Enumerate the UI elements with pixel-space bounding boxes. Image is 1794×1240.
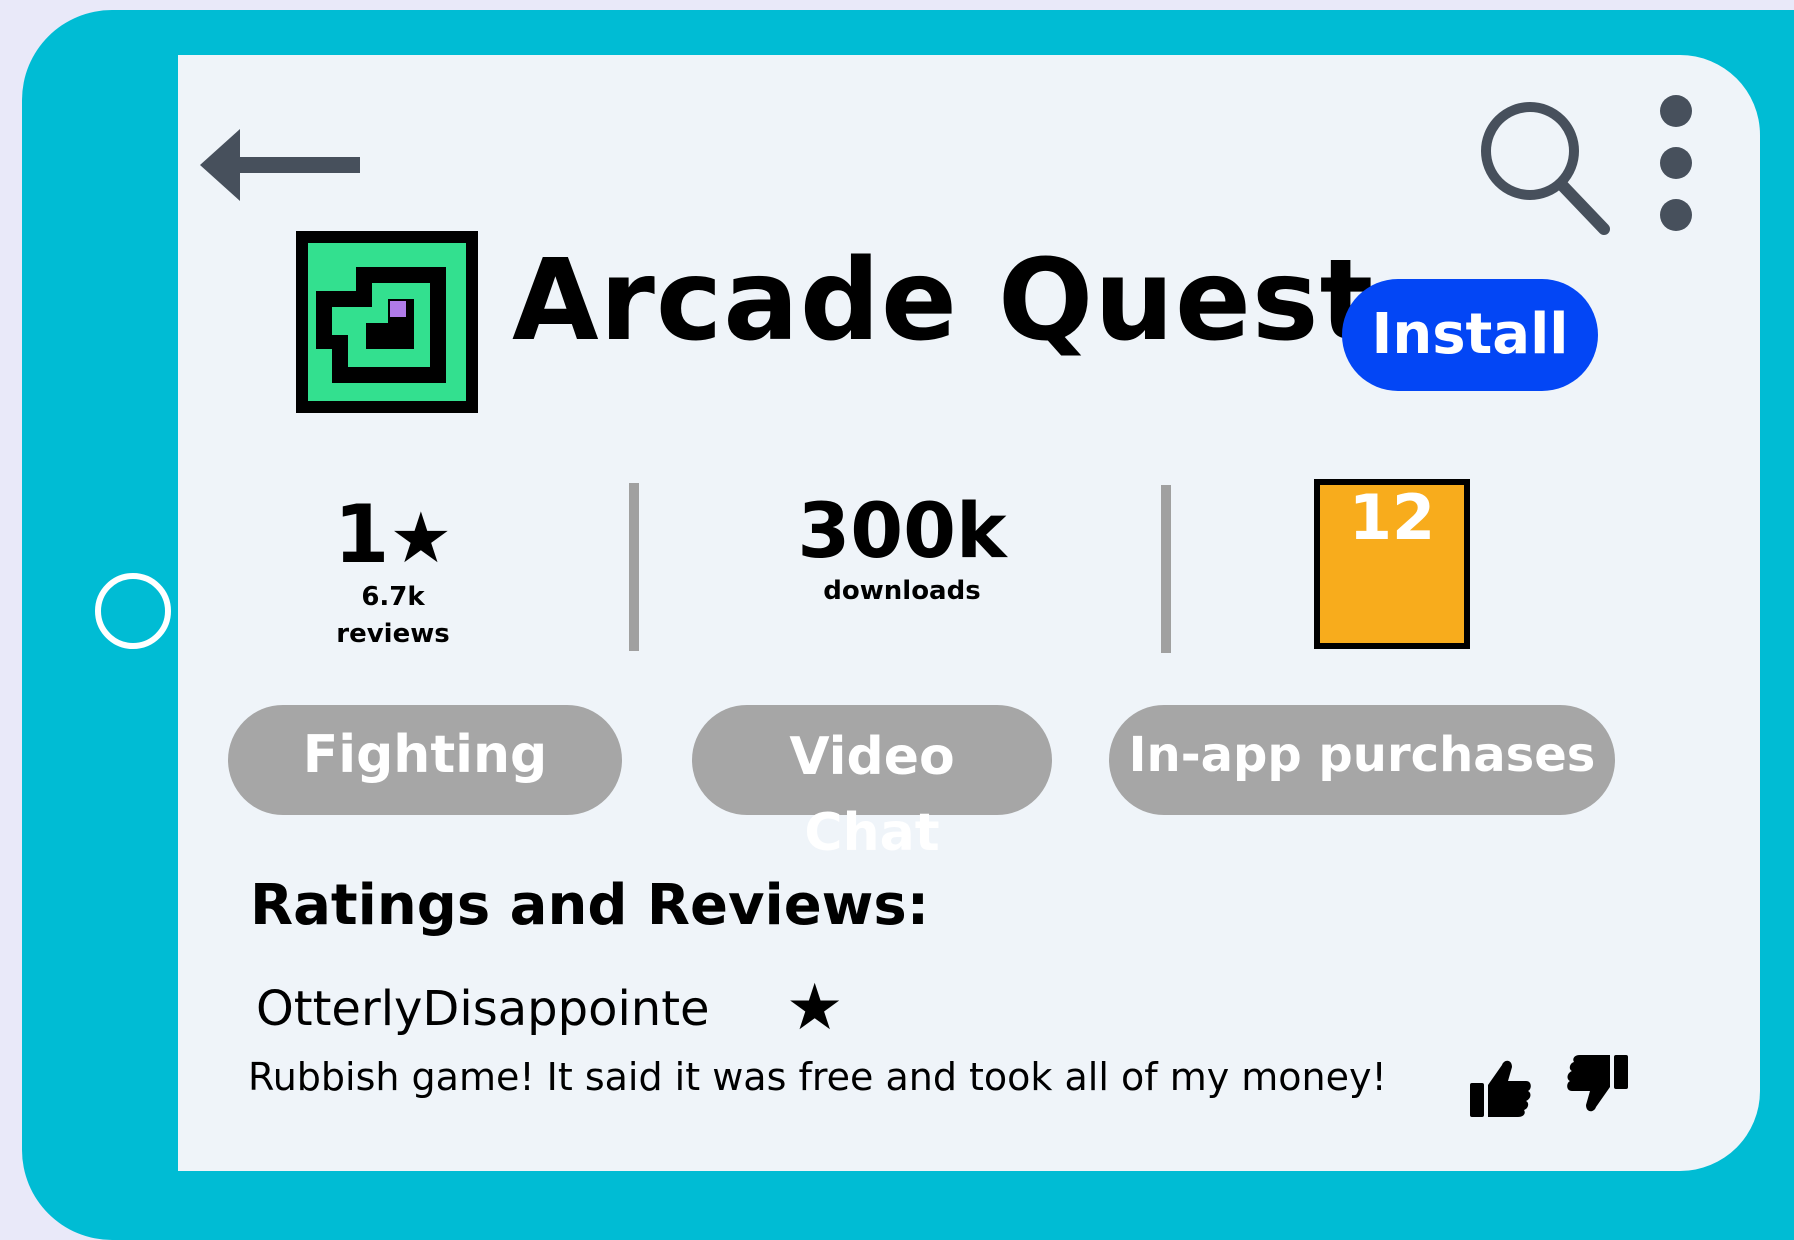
- home-button[interactable]: [95, 573, 171, 649]
- tag-video-chat[interactable]: Video Chat: [692, 705, 1052, 863]
- stat-divider: [1161, 485, 1171, 653]
- review-star-icon: ★: [786, 971, 844, 1045]
- reviewer-name: OtterlyDisappointe: [256, 981, 710, 1037]
- age-rating-badge: 12: [1314, 479, 1470, 649]
- downloads-stat: 300k downloads: [772, 489, 1032, 610]
- reviews-label: reviews: [336, 619, 450, 649]
- thumbs-up-icon[interactable]: [1468, 1055, 1532, 1119]
- rating-stat: 1★ 6.7k reviews: [298, 495, 488, 653]
- tag-video-chat-label: Video Chat: [789, 727, 955, 863]
- back-arrow-icon[interactable]: [200, 125, 370, 205]
- app-icon: [296, 231, 478, 413]
- star-icon: ★: [389, 497, 453, 579]
- search-icon[interactable]: [1478, 95, 1618, 245]
- ratings-reviews-heading: Ratings and Reviews:: [250, 873, 930, 938]
- tag-fighting[interactable]: Fighting: [228, 705, 622, 815]
- stat-divider: [629, 483, 639, 651]
- app-store-screen: Arcade Quest Install 1★ 6.7k reviews 300…: [178, 55, 1760, 1171]
- tag-in-app-purchases[interactable]: In-app purchases: [1109, 705, 1615, 815]
- downloads-label: downloads: [823, 575, 981, 606]
- app-title: Arcade Quest: [512, 236, 1375, 366]
- more-vertical-icon[interactable]: [1658, 93, 1694, 233]
- rating-value-row: 1★: [298, 495, 488, 580]
- downloads-value: 300k: [797, 486, 1007, 575]
- install-button[interactable]: Install: [1342, 279, 1598, 391]
- rating-value: 1: [333, 488, 390, 581]
- thumbs-down-icon[interactable]: [1566, 1053, 1630, 1117]
- reviews-count: 6.7k: [361, 582, 425, 612]
- review-text: Rubbish game! It said it was free and to…: [248, 1055, 1387, 1099]
